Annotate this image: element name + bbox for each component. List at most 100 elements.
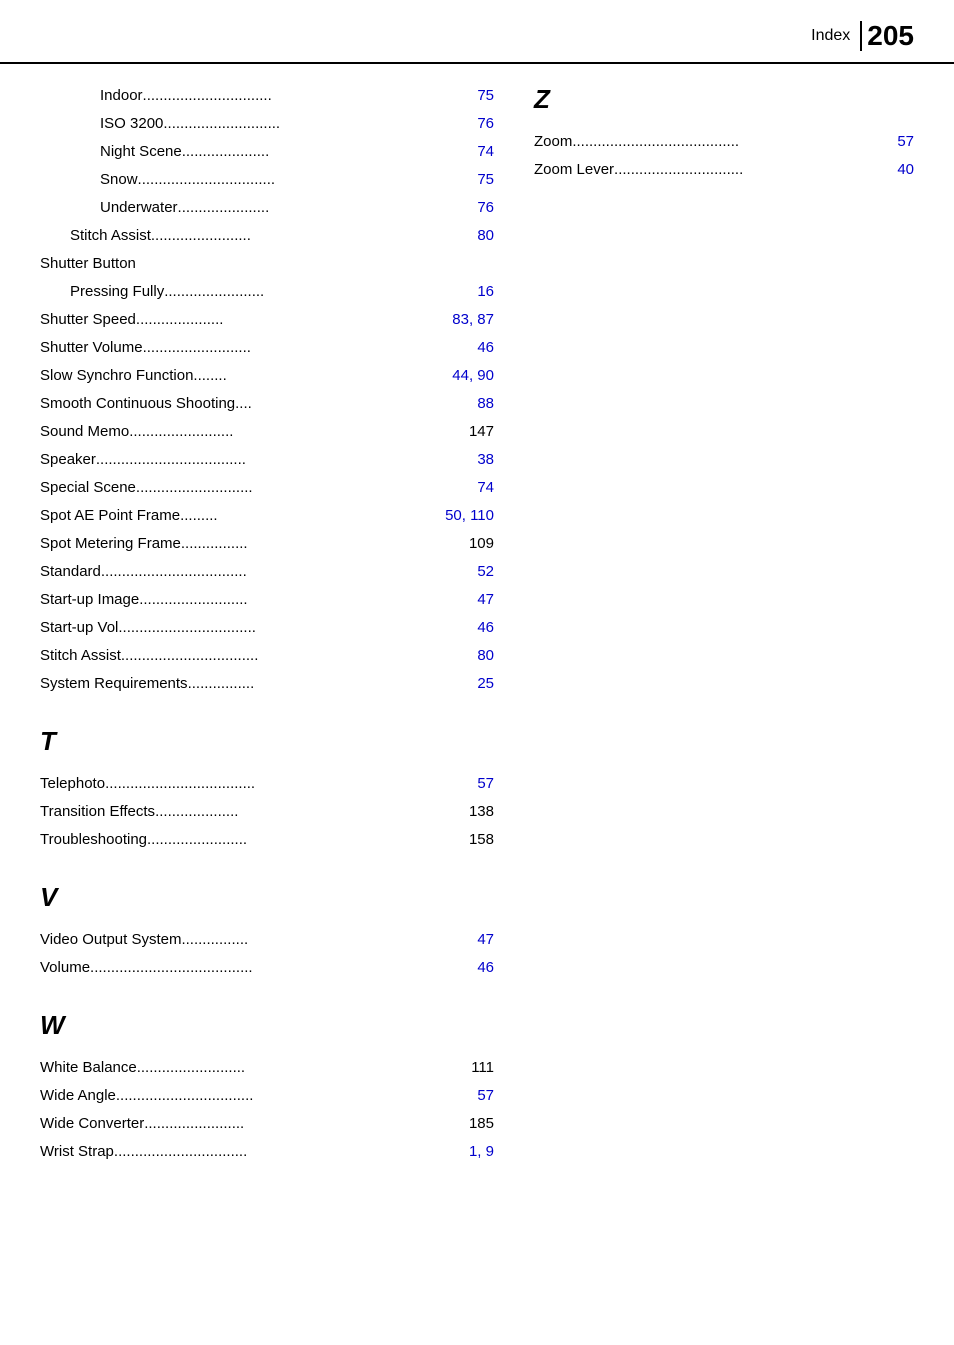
list-item: Start-up Image .........................… bbox=[40, 588, 494, 612]
list-item: Shutter Volume .........................… bbox=[40, 336, 494, 360]
entry-text: Pressing Fully bbox=[70, 280, 164, 304]
entry-text: Telephoto bbox=[40, 772, 105, 796]
entry-page: 158 bbox=[469, 828, 494, 852]
section-header-z: Z bbox=[534, 84, 914, 115]
entry-text: Stitch Assist bbox=[70, 224, 151, 248]
entry-page: 44, 90 bbox=[452, 364, 494, 388]
entry-page: 83, 87 bbox=[452, 308, 494, 332]
entry-text: White Balance bbox=[40, 1056, 137, 1080]
entry-page: 80 bbox=[477, 224, 494, 248]
entry-text: Indoor bbox=[100, 84, 143, 108]
section-header-t: T bbox=[40, 726, 494, 757]
entry-text: Slow Synchro Function bbox=[40, 364, 193, 388]
entry-text: Spot Metering Frame bbox=[40, 532, 181, 556]
entry-page: 138 bbox=[469, 800, 494, 824]
entry-text: Volume bbox=[40, 956, 90, 980]
entry-text: Wrist Strap bbox=[40, 1140, 114, 1164]
list-item: Zoom ...................................… bbox=[534, 130, 914, 154]
list-item: Volume .................................… bbox=[40, 956, 494, 980]
entry-text: Special Scene bbox=[40, 476, 136, 500]
list-item: Stitch Assist ........................ 8… bbox=[40, 224, 494, 248]
list-item: Wide Angle .............................… bbox=[40, 1084, 494, 1108]
entry-page: 40 bbox=[897, 158, 914, 182]
page-header: Index 205 bbox=[0, 20, 954, 64]
list-item: Special Scene ..........................… bbox=[40, 476, 494, 500]
page-number: 205 bbox=[867, 20, 914, 52]
entry-text: Underwater bbox=[100, 196, 178, 220]
entry-page: 185 bbox=[469, 1112, 494, 1136]
entry-text: Video Output System bbox=[40, 928, 181, 952]
entry-text: Start-up Vol. bbox=[40, 616, 123, 640]
list-item: Transition Effects .................... … bbox=[40, 800, 494, 824]
list-item: Spot AE Point Frame ......... 50, 110 bbox=[40, 504, 494, 528]
entry-page: 25 bbox=[477, 672, 494, 696]
entry-page: 74 bbox=[477, 140, 494, 164]
left-column: Indoor ............................... 7… bbox=[40, 84, 494, 1168]
entry-text: Shutter Volume bbox=[40, 336, 143, 360]
index-label: Index bbox=[811, 27, 850, 45]
entry-page: 147 bbox=[469, 420, 494, 444]
entry-text: Sound Memo bbox=[40, 420, 129, 444]
entry-page: 75 bbox=[477, 168, 494, 192]
entry-page: 52 bbox=[477, 560, 494, 584]
entry-page: 47 bbox=[477, 588, 494, 612]
header-right: Index 205 bbox=[811, 20, 914, 52]
entry-text: Standard bbox=[40, 560, 101, 584]
entry-text: Wide Converter bbox=[40, 1112, 144, 1136]
entry-page: 76 bbox=[477, 112, 494, 136]
entry-text: Transition Effects bbox=[40, 800, 155, 824]
entry-text: Snow bbox=[100, 168, 138, 192]
entry-page: 46 bbox=[477, 956, 494, 980]
entry-page: 16 bbox=[477, 280, 494, 304]
entry-page: 46 bbox=[477, 336, 494, 360]
list-item: Zoom Lever .............................… bbox=[534, 158, 914, 182]
list-item: Video Output System ................ 47 bbox=[40, 928, 494, 952]
entry-page: 47 bbox=[477, 928, 494, 952]
entry-text: System Requirements bbox=[40, 672, 188, 696]
section-header-w: W bbox=[40, 1010, 494, 1041]
entry-text: Wide Angle bbox=[40, 1084, 116, 1108]
entry-page: 38 bbox=[477, 448, 494, 472]
right-column: Z Zoom .................................… bbox=[534, 84, 914, 1168]
list-item: ISO 3200 ............................ 76 bbox=[40, 112, 494, 136]
list-item: Shutter Button bbox=[40, 252, 494, 276]
list-item: Speaker ................................… bbox=[40, 448, 494, 472]
list-item: System Requirements ................ 25 bbox=[40, 672, 494, 696]
list-item: Snow ................................. 7… bbox=[40, 168, 494, 192]
list-item: Stitch Assist ..........................… bbox=[40, 644, 494, 668]
list-item: Troubleshooting ........................… bbox=[40, 828, 494, 852]
entry-text: Shutter Speed bbox=[40, 308, 136, 332]
entry-text: Night Scene bbox=[100, 140, 182, 164]
list-item: Pressing Fully ........................ … bbox=[40, 280, 494, 304]
list-item: Standard ...............................… bbox=[40, 560, 494, 584]
list-item: Telephoto ..............................… bbox=[40, 772, 494, 796]
entry-page: 50, 110 bbox=[445, 504, 494, 528]
entry-page: 111 bbox=[471, 1056, 494, 1080]
page-container: Index 205 Indoor .......................… bbox=[0, 0, 954, 1345]
entry-text: Smooth Continuous Shooting bbox=[40, 392, 235, 416]
entry-page: 1, 9 bbox=[469, 1140, 494, 1164]
entry-page: 76 bbox=[477, 196, 494, 220]
list-item: Night Scene ..................... 74 bbox=[40, 140, 494, 164]
entry-page: 80 bbox=[477, 644, 494, 668]
entry-text: Spot AE Point Frame bbox=[40, 504, 180, 528]
content-area: Indoor ............................... 7… bbox=[0, 84, 954, 1168]
entry-page: 46 bbox=[477, 616, 494, 640]
list-item: Sound Memo ......................... 147 bbox=[40, 420, 494, 444]
entry-text: Shutter Button bbox=[40, 252, 136, 276]
list-item: White Balance ..........................… bbox=[40, 1056, 494, 1080]
entry-page: 74 bbox=[477, 476, 494, 500]
list-item: Start-up Vol. ..........................… bbox=[40, 616, 494, 640]
entry-page: 57 bbox=[477, 1084, 494, 1108]
list-item: Underwater ...................... 76 bbox=[40, 196, 494, 220]
list-item: Spot Metering Frame ................ 109 bbox=[40, 532, 494, 556]
entry-page: 109 bbox=[469, 532, 494, 556]
list-item: Indoor ............................... 7… bbox=[40, 84, 494, 108]
entry-page: 57 bbox=[897, 130, 914, 154]
list-item: Shutter Speed ..................... 83, … bbox=[40, 308, 494, 332]
entry-text: Stitch Assist bbox=[40, 644, 121, 668]
list-item: Wide Converter ........................ … bbox=[40, 1112, 494, 1136]
header-divider bbox=[860, 21, 862, 51]
list-item: Wrist Strap ............................… bbox=[40, 1140, 494, 1164]
entry-page: 57 bbox=[477, 772, 494, 796]
